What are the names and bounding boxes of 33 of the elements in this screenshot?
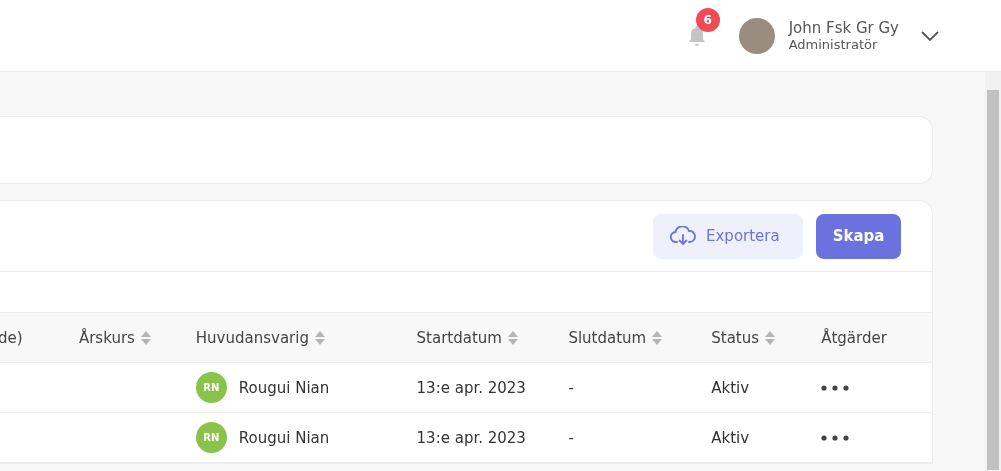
start-date: 13:e apr. 2023 (416, 378, 526, 397)
column-header: Årskurs (78, 328, 135, 347)
export-button[interactable]: Exportera (653, 213, 803, 259)
more-dots-icon[interactable] (821, 434, 850, 441)
chevron-down-icon[interactable] (921, 30, 939, 41)
sort-icon[interactable] (140, 329, 151, 346)
owner-name: Rougui Nian (238, 428, 330, 447)
user-role: Administratör (788, 37, 879, 52)
start-date: 13:e apr. 2023 (416, 428, 526, 447)
end-date: - (568, 428, 574, 447)
bell-icon[interactable] (686, 24, 707, 47)
column-header: Åtgärder (821, 328, 887, 347)
initials-avatar: RN (195, 422, 227, 453)
status-text: Aktiv (711, 428, 750, 447)
scrollbar[interactable] (985, 72, 1001, 471)
initials-avatar: RN (195, 372, 227, 403)
sort-icon[interactable] (314, 329, 325, 346)
more-dots-icon[interactable] (821, 384, 850, 391)
notification-count: 6 (695, 7, 720, 32)
sort-icon[interactable] (507, 329, 518, 346)
sort-icon[interactable] (652, 329, 663, 346)
column-header: Huvudansvarig (195, 328, 309, 347)
end-date: - (568, 378, 574, 397)
owner-name: Rougui Nian (238, 378, 330, 397)
user-name: John Fsk Gr Gy (788, 19, 899, 37)
column-header: Slutdatum (568, 328, 647, 347)
cloud-download-icon (670, 226, 696, 246)
sort-icon[interactable] (765, 329, 776, 346)
create-button[interactable]: Skapa (816, 213, 901, 259)
avatar-photo-placeholder[interactable] (738, 17, 775, 54)
column-header: Startdatum (416, 328, 502, 347)
column-header: Status (711, 328, 760, 347)
status-text: Aktiv (711, 378, 750, 397)
